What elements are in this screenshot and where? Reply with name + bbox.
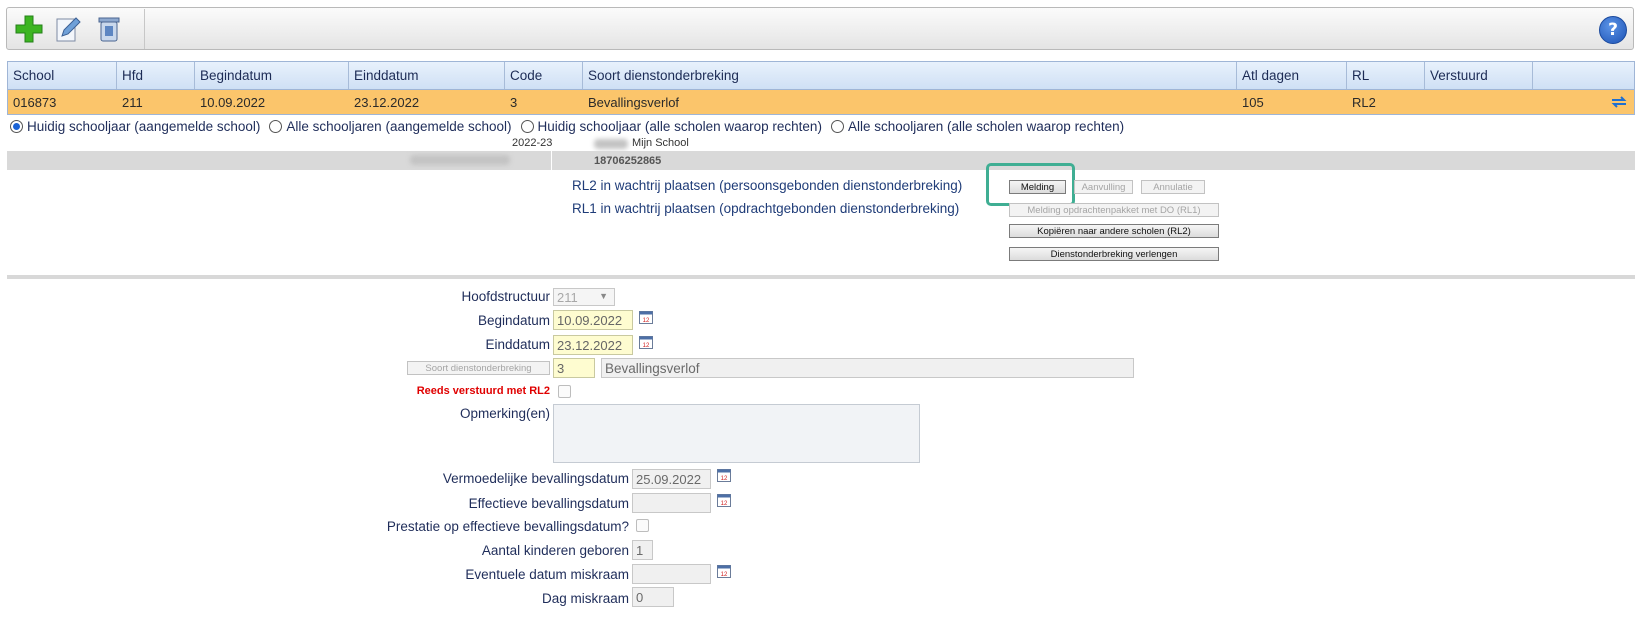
add-icon[interactable] — [14, 14, 44, 44]
svg-text:12: 12 — [721, 501, 728, 507]
kinderen-label: Aantal kinderen geboren — [481, 543, 629, 558]
chevron-down-icon: ▼ — [599, 291, 608, 301]
soort-name-field[interactable]: Bevallingsverlof — [601, 358, 1134, 378]
rl2-queue-label: RL2 in wachtrij plaatsen (persoonsgebond… — [572, 178, 963, 193]
toolbar: ? — [6, 7, 1634, 50]
miskraam-datum-label: Eventuele datum miskraam — [465, 567, 629, 582]
column-header-rl[interactable]: RL — [1347, 62, 1425, 89]
column-header-soort[interactable]: Soort dienstonderbreking — [583, 62, 1237, 89]
prestatie-label: Prestatie op effectieve bevallingsdatum? — [386, 519, 629, 534]
cell-hfd: 211 — [122, 94, 143, 110]
calendar-icon[interactable]: 12 — [639, 310, 653, 324]
edit-icon[interactable] — [53, 14, 83, 44]
vermoedelijke-label: Vermoedelijke bevallingsdatum — [442, 471, 629, 486]
kinderen-field[interactable]: 1 — [632, 540, 653, 560]
radio-label: Alle schooljaren (aangemelde school) — [286, 118, 512, 134]
person-number: 18706252865 — [594, 155, 662, 167]
soort-dienstonderbreking-button[interactable]: Soort dienstonderbreking — [407, 361, 550, 375]
person-bar — [7, 151, 1635, 170]
calendar-icon[interactable]: 12 — [717, 564, 731, 578]
cell-rl: RL2 — [1352, 94, 1376, 110]
dag-miskraam-label: Dag miskraam — [541, 591, 629, 606]
redacted-name — [410, 155, 510, 165]
table-row[interactable]: 016873 211 10.09.2022 23.12.2022 3 Beval… — [8, 90, 1634, 114]
annulatie-button[interactable]: Annulatie — [1141, 180, 1205, 194]
section-divider — [7, 275, 1635, 279]
help-icon[interactable]: ? — [1599, 16, 1627, 44]
cell-einddatum: 23.12.2022 — [354, 94, 420, 110]
einddatum-label: Einddatum — [485, 337, 550, 352]
cell-atl-dagen: 105 — [1242, 94, 1264, 110]
sync-icon[interactable] — [1533, 90, 1634, 114]
opmerking-textarea[interactable] — [553, 404, 920, 463]
schoolyear-text: 2022-23 — [512, 137, 553, 149]
radio-button[interactable] — [830, 119, 844, 133]
radio-button[interactable] — [520, 119, 534, 133]
vermoedelijke-field[interactable]: 25.09.2022 — [632, 469, 711, 489]
data-grid: School Hfd Begindatum Einddatum Code Soo… — [7, 61, 1635, 115]
svg-text:12: 12 — [721, 572, 728, 578]
cell-code: 3 — [510, 94, 518, 110]
radio-current-year-logged-school[interactable]: Huidig schooljaar (aangemelde school) — [10, 119, 260, 134]
hoofdstructuur-value: 211 — [557, 289, 578, 305]
calendar-icon[interactable]: 12 — [717, 468, 731, 482]
miskraam-datum-field[interactable] — [632, 564, 711, 584]
column-header-school[interactable]: School — [8, 62, 117, 89]
begindatum-label: Begindatum — [477, 313, 550, 328]
verlengen-button[interactable]: Dienstonderbreking verlengen — [1009, 247, 1219, 261]
begindatum-field[interactable]: 10.09.2022 — [553, 310, 633, 330]
svg-text:12: 12 — [721, 476, 728, 482]
cell-soort: Bevallingsverlof — [588, 94, 680, 110]
column-header-verstuurd[interactable]: Verstuurd — [1425, 62, 1533, 89]
einddatum-field[interactable]: 23.12.2022 — [553, 335, 633, 355]
hoofdstructuur-select[interactable]: 211 ▼ — [553, 288, 615, 306]
rl1-queue-label: RL1 in wachtrij plaatsen (opdrachtgebond… — [572, 201, 960, 216]
toolbar-separator — [144, 9, 145, 49]
effectieve-label: Effectieve bevallingsdatum — [468, 496, 629, 511]
column-header-actions — [1533, 62, 1634, 89]
column-header-atl-dagen[interactable]: Atl dagen — [1237, 62, 1347, 89]
redacted-text — [594, 139, 628, 149]
radio-button-selected[interactable] — [10, 119, 23, 133]
column-header-einddatum[interactable]: Einddatum — [349, 62, 505, 89]
svg-text:12: 12 — [643, 343, 650, 349]
hoofdstructuur-label: Hoofdstructuur — [461, 289, 550, 304]
radio-all-years-all-schools[interactable]: Alle schooljaren (alle scholen waarop re… — [830, 118, 1125, 134]
column-header-begindatum[interactable]: Begindatum — [195, 62, 349, 89]
aanvulling-button[interactable]: Aanvulling — [1074, 180, 1133, 194]
cell-begindatum: 10.09.2022 — [200, 94, 266, 110]
reeds-verstuurd-checkbox[interactable] — [558, 385, 571, 398]
calendar-icon[interactable]: 12 — [717, 493, 731, 507]
school-name: Mijn School — [632, 137, 689, 149]
opmerking-label: Opmerking(en) — [459, 406, 550, 421]
radio-label: Huidig schooljaar (alle scholen waarop r… — [537, 118, 822, 134]
radio-label: Alle schooljaren (alle scholen waarop re… — [847, 118, 1125, 134]
effectieve-field[interactable] — [632, 493, 711, 513]
dag-miskraam-field[interactable]: 0 — [632, 587, 674, 607]
svg-text:12: 12 — [643, 318, 650, 324]
melding-rl1-button[interactable]: Melding opdrachtenpakket met DO (RL1) — [1009, 203, 1219, 217]
soort-code-field[interactable]: 3 — [553, 358, 595, 378]
cell-verstuurd — [1425, 90, 1533, 114]
delete-icon[interactable] — [94, 14, 124, 44]
kopieren-button[interactable]: Kopiëren naar andere scholen (RL2) — [1009, 224, 1219, 238]
column-header-hfd[interactable]: Hfd — [117, 62, 195, 89]
prestatie-checkbox[interactable] — [636, 519, 649, 532]
radio-label: Huidig schooljaar (aangemelde school) — [27, 118, 261, 134]
calendar-icon[interactable]: 12 — [639, 335, 653, 349]
schoolyear-filter: Huidig schooljaar (aangemelde school) Al… — [10, 117, 1133, 135]
cell-school: 016873 — [13, 94, 57, 110]
melding-button[interactable]: Melding — [1009, 180, 1066, 194]
radio-current-year-all-schools[interactable]: Huidig schooljaar (alle scholen waarop r… — [520, 118, 822, 134]
radio-all-years-logged-school[interactable]: Alle schooljaren (aangemelde school) — [269, 118, 512, 134]
radio-button[interactable] — [269, 119, 283, 133]
grid-header: School Hfd Begindatum Einddatum Code Soo… — [8, 62, 1634, 90]
reeds-verstuurd-label: Reeds verstuurd met RL2 — [416, 385, 550, 397]
column-header-code[interactable]: Code — [505, 62, 583, 89]
